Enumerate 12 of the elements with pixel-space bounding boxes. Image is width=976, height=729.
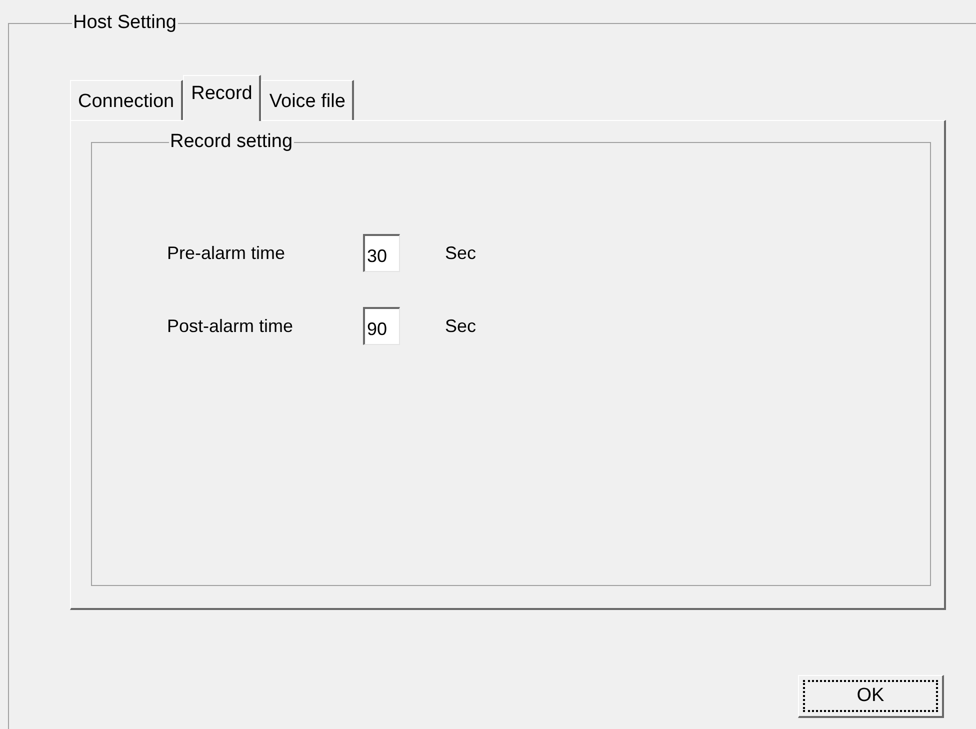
group-title: Host Setting [72,12,178,34]
field-label: Pre-alarm time [167,242,286,264]
tab[interactable]: Record [183,75,262,121]
unit-label: Sec [445,242,476,264]
tab[interactable]: Voice file [261,80,354,120]
input-field[interactable]: 30 [363,234,400,272]
field-label: Post-alarm time [167,314,294,338]
unit-label: Sec [445,314,476,338]
tab[interactable]: Connection [70,80,184,120]
ok-button[interactable]: OK [798,675,944,718]
input-field[interactable]: 90 [363,307,400,345]
group-title: Record setting [169,131,294,153]
